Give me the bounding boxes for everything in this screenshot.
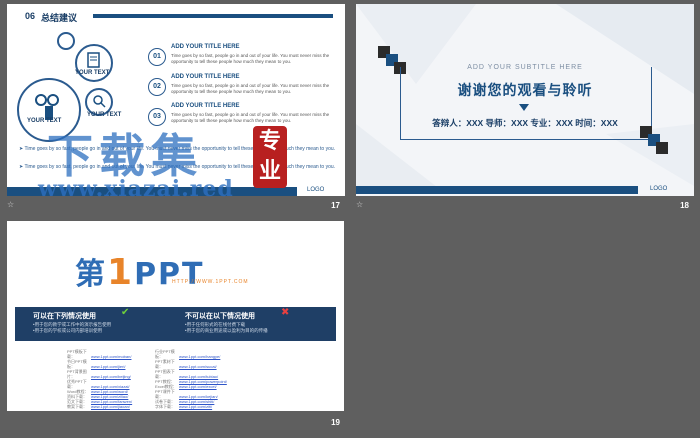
cross-icon: ✖ [281, 307, 290, 318]
brand-logo: 第1PPT [75, 249, 205, 293]
resource-link-row: 节日PPT模板： www.1ppt.com/jieri/ [67, 359, 132, 369]
slide-17-number: 17 [331, 201, 340, 210]
brand-post: PPT [134, 257, 205, 292]
forbidden-line-2: •用于您的商业用途或以盈利为目的的传播 [185, 328, 268, 333]
brand-one: 1 [107, 252, 135, 293]
usage-band: 可以在下列情况使用 ✔ •用于您的教学或工作中的演示报告使用 •用于您的学校或公… [15, 307, 336, 341]
resource-link-label: PPT课件下载： [155, 389, 175, 399]
slide-subtitle: ADD YOUR SUBTITLE HERE [467, 64, 583, 71]
small-circle-decoration [57, 32, 75, 50]
watermark-url: www.xiazai.red [38, 176, 234, 202]
watermark-seal: 专业 [253, 126, 287, 188]
resource-links-left: PPT模板下载： www.1ppt.com/moban/节日PPT模板： www.1… [67, 349, 132, 409]
circle-label-1: YOUR TEXT [75, 70, 110, 76]
resource-link-label: 优秀PPT下载： [67, 379, 87, 389]
slide-18-number: 18 [680, 201, 689, 210]
slide-18-animation-icon: ☆ [356, 200, 364, 209]
forbidden-lines: •用于任何形式的在线付费下载 •用于您的商业用途或以盈利为目的的传播 [185, 322, 268, 334]
footer-bar [356, 186, 638, 194]
resource-link-row: 行业PPT模板： www.1ppt.com/hangye/ [155, 349, 227, 359]
triangle-marker [519, 104, 529, 111]
magnifier-icon [93, 95, 106, 108]
square-decoration [656, 142, 668, 154]
resource-link-row: PPT图表下载： www.1ppt.com/tubiao/ [155, 369, 227, 379]
allowed-lines: •用于您的教学或工作中的演示报告使用 •用于您的学校或公司内部培训使用 [33, 322, 111, 334]
resource-link[interactable]: www.1ppt.com/jiaoan/ [91, 404, 130, 409]
resource-link-label: 行业PPT模板： [155, 349, 175, 359]
row-title-3: ADD YOUR TITLE HERE [171, 103, 240, 109]
slide-thumbnail-19[interactable]: 第1PPT HTTP://WWW.1PPT.COM 可以在下列情况使用 ✔ •用… [7, 221, 344, 411]
row-badge-01: 01 [148, 48, 166, 66]
header-rule [93, 14, 333, 18]
section-number: 06 [25, 11, 36, 21]
resource-link-label: 教案下载： [67, 404, 87, 409]
resource-link-row: 优秀PPT下载： www.1ppt.com/xiazai/ [67, 379, 132, 389]
row-text-2: Time goes by so fast, people go in and o… [171, 83, 330, 94]
slide-thumbnail-18[interactable]: ADD YOUR SUBTITLE HERE 谢谢您的观看与聆听 答辩人：XXX… [356, 4, 694, 196]
resource-link-label: PPT素材下载： [155, 359, 175, 369]
resource-link-label: PPT图表下载： [155, 369, 175, 379]
slide-17-animation-icon: ☆ [7, 200, 15, 209]
document-circle [75, 44, 113, 82]
resource-link-label: 字体下载： [155, 404, 175, 409]
allowed-title: 可以在下列情况使用 [33, 313, 96, 320]
resource-link-row: PPT模板下载： www.1ppt.com/moban/ [67, 349, 132, 359]
slide-title: 谢谢您的观看与聆听 [457, 82, 593, 98]
row-title-2: ADD YOUR TITLE HERE [171, 74, 240, 80]
allowed-line-2: •用于您的学校或公司内部培训使用 [33, 328, 103, 333]
resource-link-label: 节日PPT模板： [67, 359, 87, 369]
slide-19-number: 19 [331, 418, 340, 427]
logo-text: LOGO [307, 187, 325, 193]
row-title-1: ADD YOUR TITLE HERE [171, 44, 240, 50]
resource-link-row: 教案下载： www.1ppt.com/jiaoan/ [67, 404, 132, 409]
resource-link-row: PPT背景图片： www.1ppt.com/beijing/ [67, 369, 132, 379]
brand-pre: 第 [75, 257, 107, 292]
seal-char-2: 业 [258, 158, 281, 183]
resource-link-row: PPT课件下载： www.1ppt.com/kejian/ [155, 389, 227, 399]
row-text-1: Time goes by so fast, people go in and o… [171, 53, 330, 64]
brand-url: HTTP://WWW.1PPT.COM [172, 279, 249, 285]
logo-text: LOGO [650, 186, 668, 192]
resource-link-label: PPT模板下载： [67, 349, 87, 359]
resource-link-label: PPT背景图片： [67, 369, 87, 379]
resource-link-row: 字体下载： www.1ppt.com/ziti/ [155, 404, 227, 409]
resource-links-right: 行业PPT模板： www.1ppt.com/hangye/PPT素材下载： www.… [155, 349, 227, 409]
circle-label-3: YOUR TEXT [87, 112, 122, 118]
seal-char-1: 专 [258, 128, 281, 153]
forbidden-title: 不可以在以下情况使用 [185, 313, 255, 320]
resource-link[interactable]: www.1ppt.com/ziti/ [179, 404, 212, 409]
resource-link-row: PPT素材下载： www.1ppt.com/sucai/ [155, 359, 227, 369]
check-icon: ✔ [121, 307, 130, 318]
section-title: 总结建议 [41, 13, 78, 23]
row-badge-02: 02 [148, 78, 166, 96]
